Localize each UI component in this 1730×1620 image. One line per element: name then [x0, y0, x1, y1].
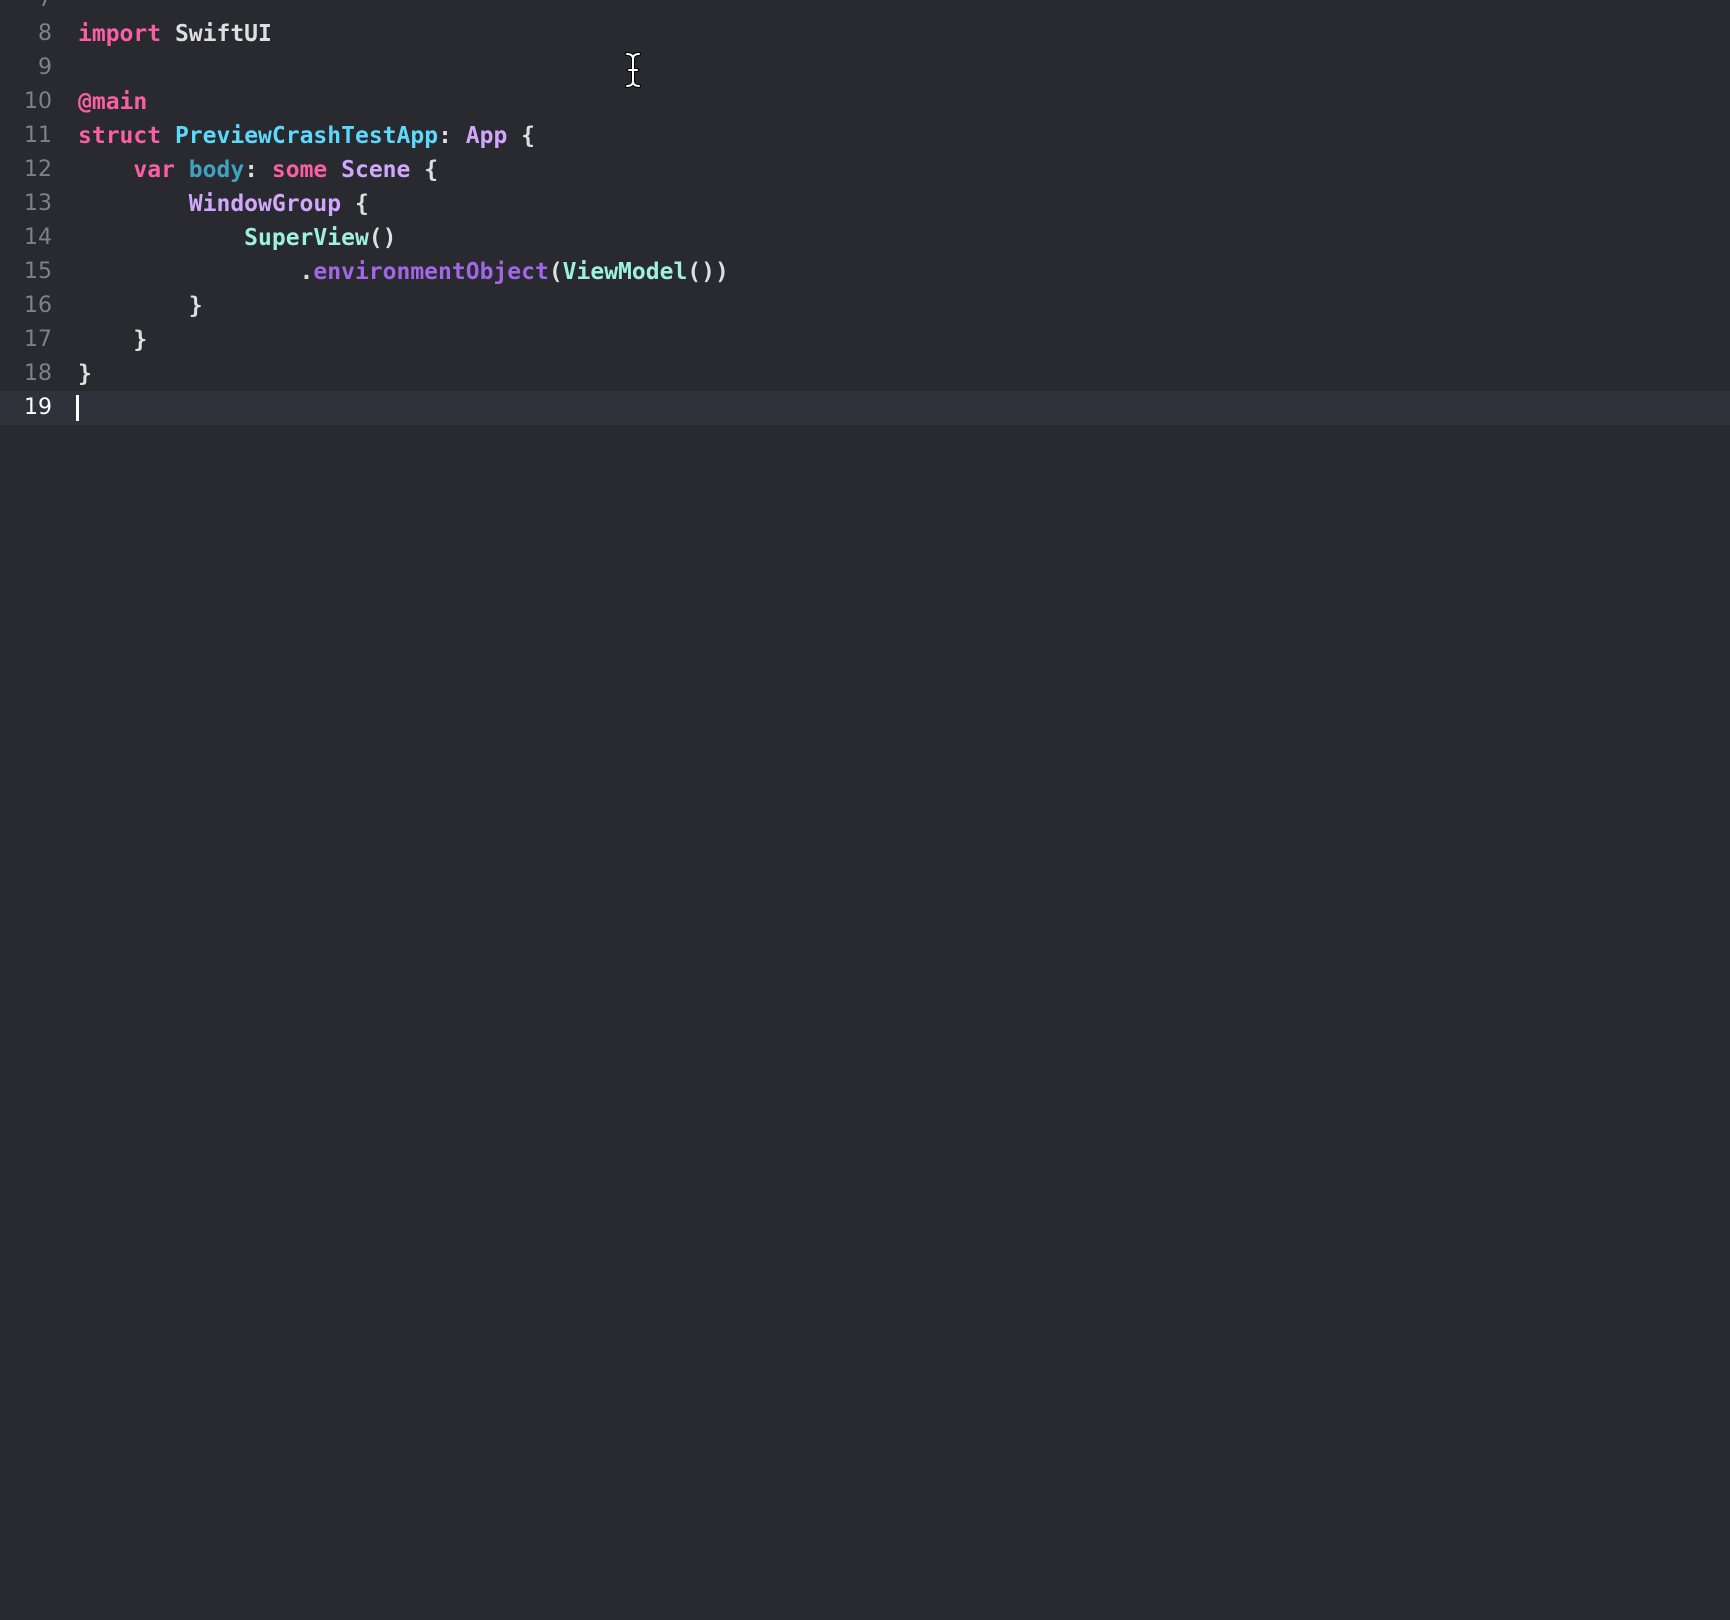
token-method: environmentObject	[313, 259, 549, 285]
code-text: var body: some Scene {	[78, 153, 438, 187]
code-text: WindowGroup {	[78, 187, 369, 221]
code-line[interactable]: 14 SuperView()	[0, 221, 1730, 255]
code-line[interactable]: 9	[0, 51, 1730, 85]
code-text: SuperView()	[78, 221, 397, 255]
token-kw: @main	[78, 89, 148, 115]
line-number: 13	[24, 191, 52, 216]
code-line[interactable]: 11 struct PreviewCrashTestApp: App {	[0, 119, 1730, 153]
code-line[interactable]: 10 @main	[0, 85, 1730, 119]
code-line[interactable]: 8 import SwiftUI	[0, 17, 1730, 51]
token-type: App	[465, 123, 508, 149]
line-number: 10	[24, 89, 52, 114]
line-number: 8	[38, 21, 52, 46]
token-plain: {	[341, 191, 369, 217]
token-plain: }	[78, 361, 92, 387]
code-line[interactable]: 16 }	[0, 289, 1730, 323]
token-kw: some	[271, 157, 328, 183]
text-caret	[76, 395, 79, 421]
line-number: 19	[24, 395, 52, 420]
token-plain: :	[438, 123, 466, 149]
code-text: }	[78, 323, 147, 357]
token-proj-type: SuperView	[244, 225, 369, 251]
token-plain: SwiftUI	[161, 21, 272, 47]
token-plain: ())	[687, 259, 729, 285]
code-text: import SwiftUI	[78, 17, 272, 51]
code-text: @main	[78, 85, 147, 119]
line-number: 11	[24, 123, 52, 148]
code-editor[interactable]: 7 8 import SwiftUI 9 10 @main 11 struct Previe…	[0, 0, 1730, 1620]
line-number: 17	[24, 327, 52, 352]
token-kw: var	[133, 157, 175, 183]
token-kw: struct	[78, 123, 162, 149]
partial-line: 7	[0, 0, 1730, 17]
current-line[interactable]: 19	[0, 391, 1730, 425]
code-line[interactable]: 13 WindowGroup {	[0, 187, 1730, 221]
code-text: }	[78, 289, 203, 323]
token-type-decl: PreviewCrashTestApp	[174, 123, 439, 149]
token-proj-type: ViewModel	[562, 259, 688, 285]
token-plain: :	[244, 157, 272, 183]
line-number: 15	[24, 259, 52, 284]
line-number: 18	[24, 361, 52, 386]
line-number: 12	[24, 157, 52, 182]
code-line[interactable]: 15 .environmentObject(ViewModel())	[0, 255, 1730, 289]
line-number: 7	[0, 0, 52, 17]
line-number: 16	[24, 293, 52, 318]
code-line[interactable]: 18}	[0, 357, 1730, 391]
token-prop: body	[188, 157, 245, 183]
token-kw: import	[78, 21, 162, 47]
token-plain: }	[78, 327, 148, 353]
token-type: WindowGroup	[188, 191, 342, 217]
token-plain: ()	[368, 225, 397, 251]
i-beam-cursor-icon	[625, 52, 641, 88]
token-plain: {	[410, 157, 439, 183]
code-text: struct PreviewCrashTestApp: App {	[78, 119, 535, 153]
code-line[interactable]: 17 }	[0, 323, 1730, 357]
code-text: .environmentObject(ViewModel())	[78, 255, 729, 289]
token-plain: .	[78, 259, 314, 285]
token-type: Scene	[341, 157, 411, 183]
line-number: 14	[24, 225, 52, 250]
line-number: 9	[38, 55, 52, 80]
token-plain: }	[78, 293, 203, 319]
code-line[interactable]: 12 var body: some Scene {	[0, 153, 1730, 187]
token-plain: (	[548, 259, 563, 285]
token-plain: {	[507, 123, 536, 149]
code-text: }	[78, 357, 92, 391]
